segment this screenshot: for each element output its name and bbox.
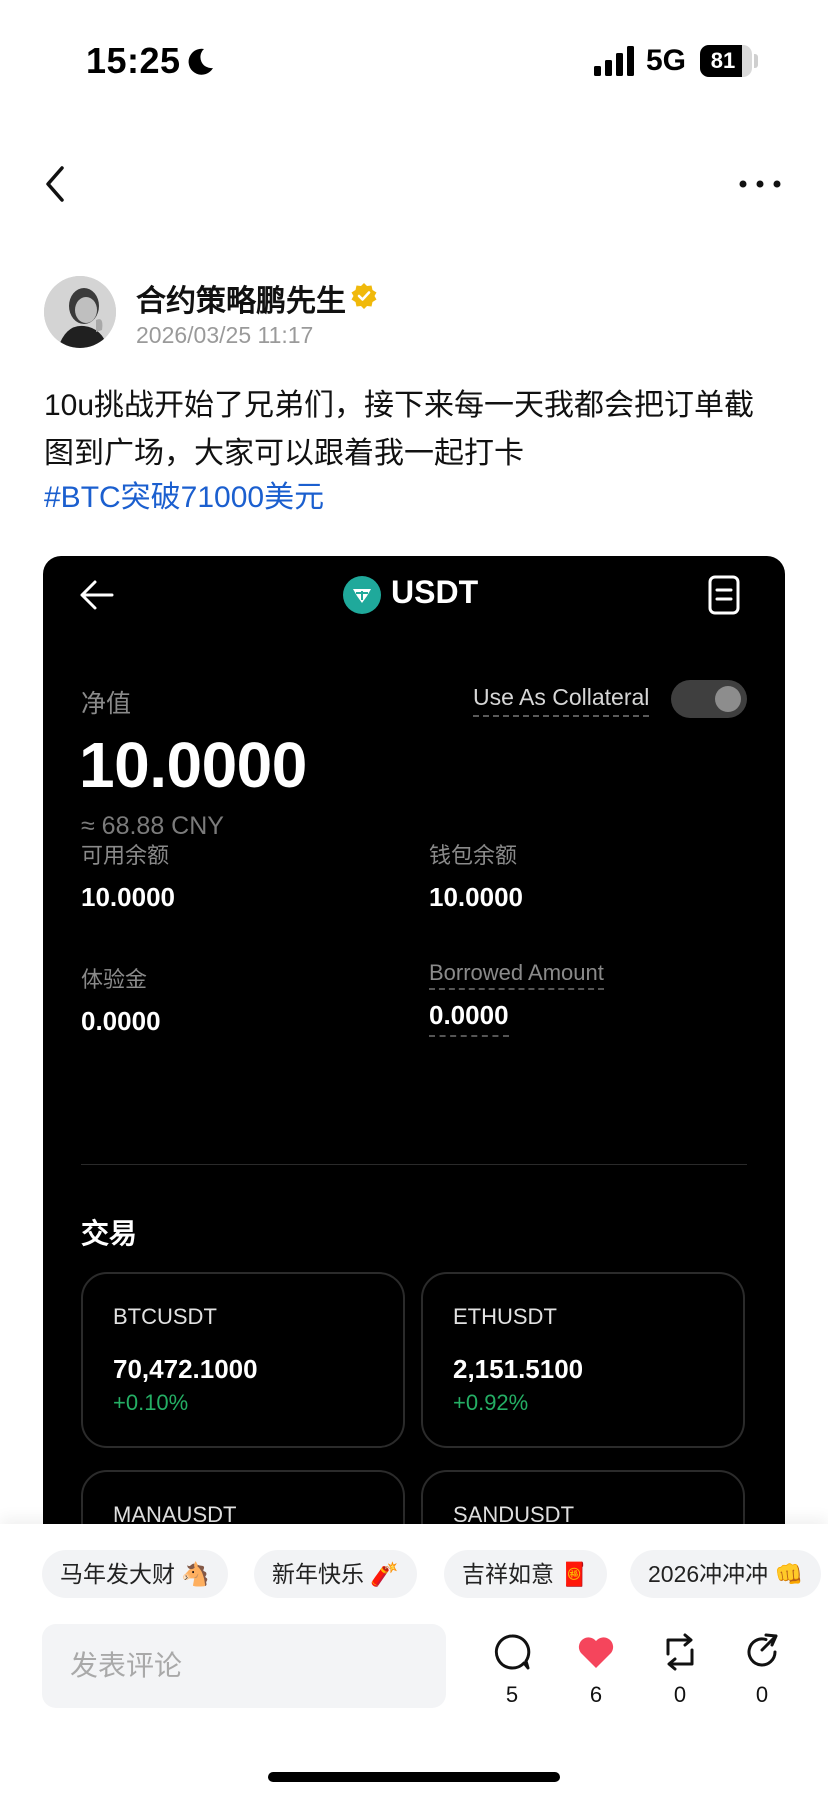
quick-reply-chip[interactable]: 2026冲冲冲 👊 — [630, 1550, 822, 1598]
battery-icon: 81 — [700, 45, 752, 77]
pair-change: +0.10% — [113, 1390, 189, 1415]
net-value: 10.0000 — [79, 729, 307, 801]
status-bar: 15:25 5G 81 — [0, 0, 828, 120]
net-value-label: 净值 — [81, 690, 132, 718]
comment-count: 5 — [505, 1682, 519, 1707]
divider — [81, 1164, 747, 1165]
wallet-balance-label: 钱包余额 — [429, 843, 518, 868]
toggle-knob — [715, 686, 741, 712]
bottom-panel: 马年发大财 🐴 新年快乐 🧨 吉祥如意 🧧 2026冲冲冲 👊 5 6 0 0 — [0, 1524, 828, 1796]
author-name[interactable]: 合约策略鹏先生 — [136, 276, 346, 320]
collateral-label: Use As Collateral — [473, 684, 650, 717]
collateral-toggle — [671, 680, 747, 718]
borrowed-amount-label: Borrowed Amount — [429, 960, 604, 990]
share-count: 0 — [755, 1682, 769, 1707]
quick-reply-chip[interactable]: 吉祥如意 🧧 — [444, 1550, 608, 1598]
network-label: 5G — [646, 44, 687, 77]
battery-tip — [754, 54, 758, 68]
status-time: 15:25 — [86, 40, 181, 81]
repost-button[interactable]: 0 — [652, 1632, 708, 1728]
pair-card: ETHUSDT 2,151.5100 +0.92% — [421, 1272, 745, 1448]
tether-coin-icon — [343, 576, 381, 614]
hashtag-link[interactable]: #BTC突破71000美元 — [44, 474, 324, 522]
pair-symbol: BTCUSDT — [113, 1304, 217, 1329]
pair-card: BTCUSDT 70,472.1000 +0.10% — [81, 1272, 405, 1448]
comment-bubble-icon — [494, 1634, 531, 1670]
pair-symbol: ETHUSDT — [453, 1304, 557, 1329]
avatar-image — [44, 276, 116, 348]
avatar[interactable] — [44, 276, 116, 348]
available-balance-label: 可用余额 — [81, 843, 170, 868]
heart-icon — [578, 1637, 614, 1668]
more-options-icon[interactable] — [738, 170, 782, 198]
signal-icon — [594, 46, 634, 76]
battery-level: 81 — [710, 48, 736, 73]
bonus-value: 0.0000 — [81, 1006, 161, 1036]
like-button[interactable]: 6 — [568, 1632, 624, 1728]
screenshot-title: USDT — [391, 574, 479, 610]
comment-button[interactable]: 5 — [484, 1632, 540, 1728]
trade-section-title: 交易 — [81, 1218, 138, 1249]
like-count: 6 — [589, 1682, 603, 1707]
repost-icon — [666, 1633, 694, 1671]
screenshot-back-arrow-icon — [80, 580, 114, 610]
moon-icon — [188, 48, 213, 75]
post-image[interactable]: USDT 净值 Use As Collateral 10.0000 ≈ 68.8… — [43, 556, 785, 1556]
post-text: 10u挑战开始了兄弟们，接下来每一天我都会把订单截图到广场，大家可以跟着我一起打… — [44, 389, 755, 470]
wallet-balance-value: 10.0000 — [429, 882, 523, 912]
share-icon — [747, 1633, 778, 1667]
back-icon[interactable] — [38, 160, 74, 208]
repost-count: 0 — [673, 1682, 687, 1707]
quick-reply-chip[interactable]: 新年快乐 🧨 — [254, 1550, 418, 1598]
borrowed-amount-value: 0.0000 — [429, 1000, 509, 1037]
post-timestamp: 2026/03/25 11:17 — [136, 322, 314, 348]
records-document-icon — [708, 575, 740, 615]
comment-input[interactable] — [42, 1624, 446, 1708]
available-balance-value: 10.0000 — [81, 882, 175, 912]
pair-price: 2,151.5100 — [453, 1354, 584, 1384]
share-button[interactable]: 0 — [734, 1632, 790, 1728]
pair-change: +0.92% — [453, 1390, 529, 1415]
bonus-label: 体验金 — [81, 967, 148, 992]
net-value-cny: ≈ 68.88 CNY — [81, 812, 224, 840]
quick-reply-chip[interactable]: 马年发大财 🐴 — [42, 1550, 229, 1598]
home-indicator[interactable] — [268, 1772, 560, 1782]
verified-badge-icon — [351, 283, 377, 309]
pair-price: 70,472.1000 — [113, 1354, 258, 1384]
